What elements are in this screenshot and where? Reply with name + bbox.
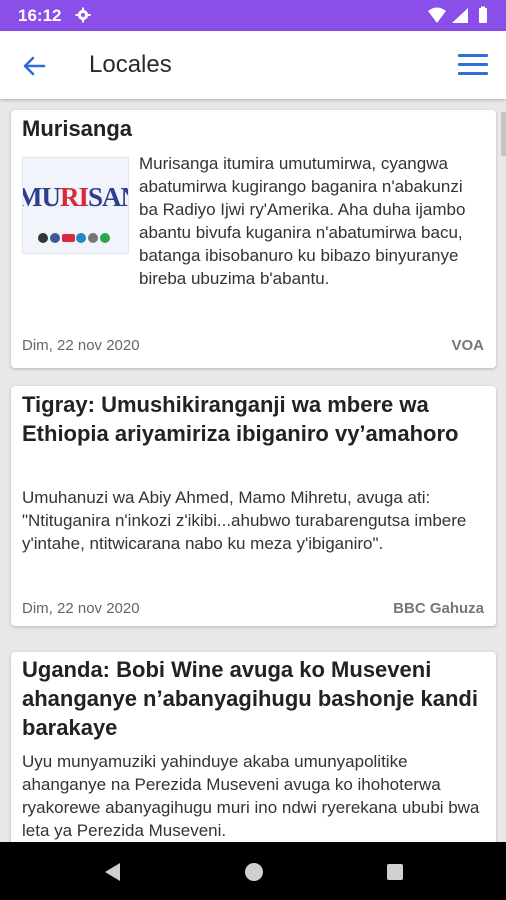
app-bar: Locales (0, 31, 506, 99)
nav-home-button[interactable] (243, 861, 265, 888)
article-title: Uganda: Bobi Wine avuga ko Museveni ahan… (22, 657, 478, 740)
nav-back-button[interactable] (102, 861, 122, 888)
settings-gear-icon (75, 7, 91, 28)
hamburger-menu-icon (458, 54, 488, 75)
triangle-back-icon (105, 863, 120, 881)
menu-button[interactable] (457, 51, 489, 79)
system-navigation-bar (0, 842, 506, 900)
article-source: VOA (451, 337, 484, 354)
status-bar: 16:12 (0, 0, 506, 31)
article-title: Tigray: Umushikiranganji wa mbere wa Eth… (22, 392, 459, 446)
page-title: Locales (89, 51, 172, 78)
article-summary: Uyu munyamuziki yahinduye akaba umunyapo… (22, 752, 480, 840)
back-button[interactable] (20, 51, 50, 81)
thumbnail-logo: MURISANGA (23, 182, 128, 212)
article-source: BBC Gahuza (393, 600, 484, 617)
article-card[interactable]: Tigray: Umushikiranganji wa mbere wa Eth… (11, 386, 496, 626)
square-recents-icon (387, 864, 403, 880)
signal-icon (452, 8, 468, 23)
article-date: Dim, 22 nov 2020 (22, 337, 140, 354)
article-summary: Murisanga itumira umutumirwa, cyangwa ab… (139, 154, 466, 288)
social-icons (38, 233, 110, 243)
article-date: Dim, 22 nov 2020 (22, 600, 140, 617)
battery-icon (479, 6, 487, 23)
article-card[interactable]: Uganda: Bobi Wine avuga ko Museveni ahan… (11, 652, 496, 842)
article-thumbnail: MURISANGA (22, 157, 129, 254)
article-summary: Umuhanuzi wa Abiy Ahmed, Mamo Mihretu, a… (22, 488, 467, 553)
wifi-icon (428, 7, 446, 23)
article-list: Murisanga MURISANGA Murisanga itumira um… (0, 99, 506, 842)
nav-recents-button[interactable] (386, 863, 404, 886)
status-icons (428, 6, 492, 26)
arrow-left-icon (23, 56, 46, 76)
article-card[interactable]: Murisanga MURISANGA Murisanga itumira um… (11, 110, 496, 368)
article-title: Murisanga (22, 116, 133, 141)
status-time: 16:12 (18, 6, 62, 25)
circle-home-icon (245, 863, 263, 881)
